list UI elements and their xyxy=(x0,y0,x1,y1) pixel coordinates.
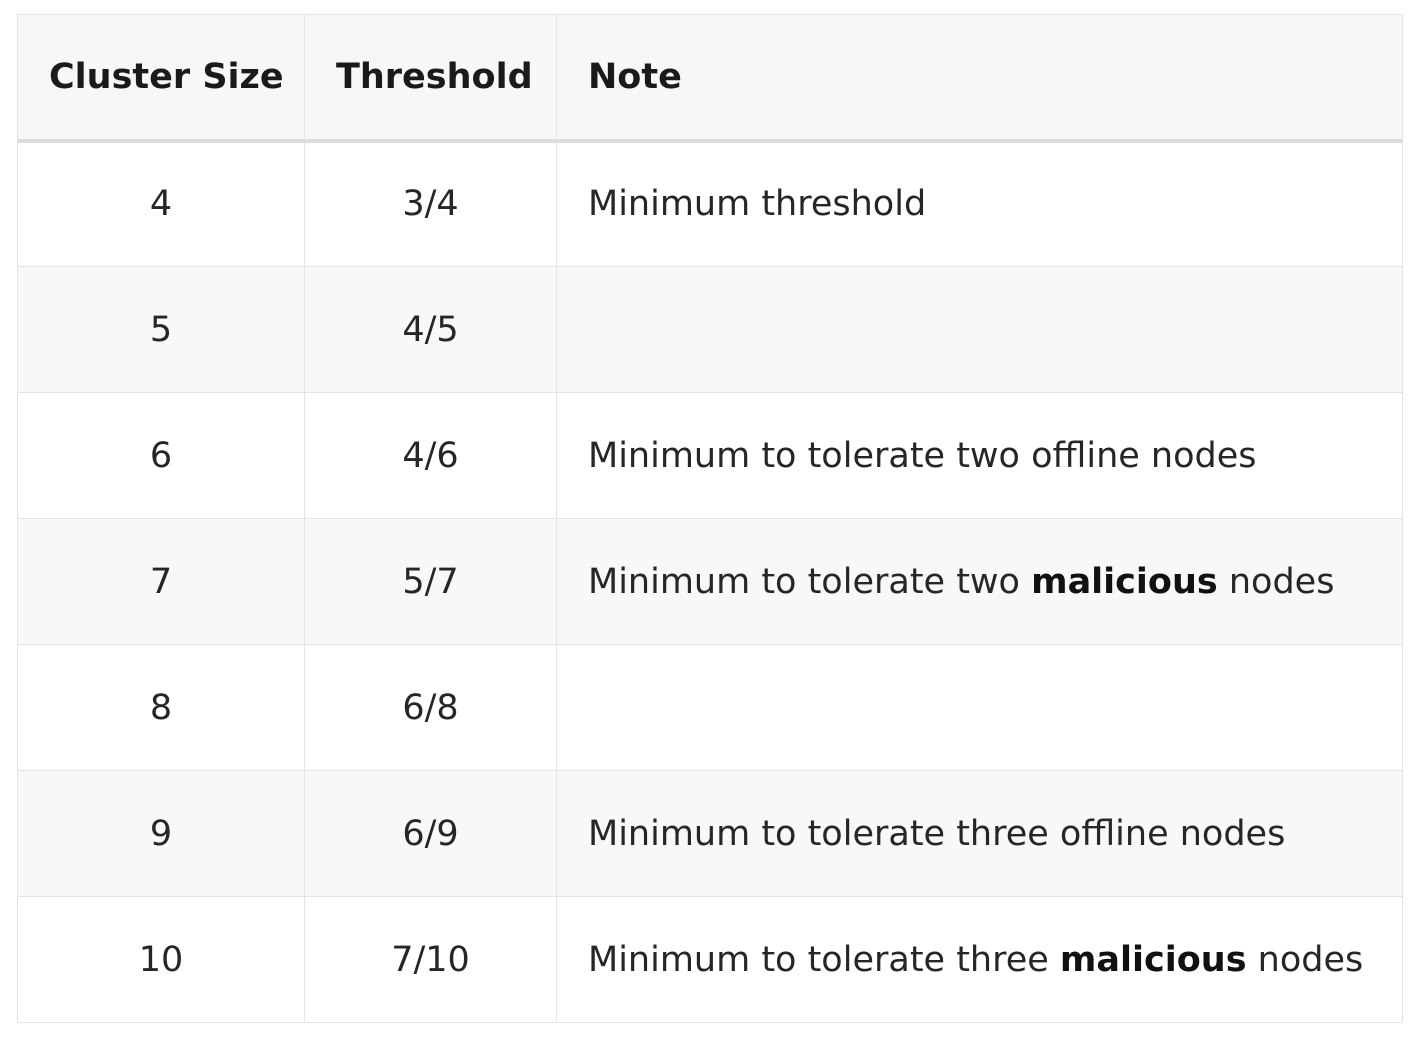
cell-threshold: 5/7 xyxy=(304,518,557,645)
cell-cluster-size: 6 xyxy=(17,392,305,519)
note-text: Minimum to tolerate two offline nodes xyxy=(588,435,1257,476)
cell-threshold: 3/4 xyxy=(304,140,557,267)
note-text-suffix: nodes xyxy=(1246,939,1364,980)
table-row: 6 4/6 Minimum to tolerate two offline no… xyxy=(17,392,1403,519)
table-row: 7 5/7 Minimum to tolerate two malicious … xyxy=(17,518,1403,645)
table-body: 4 3/4 Minimum threshold 5 4/5 6 4/6 Mini… xyxy=(17,140,1403,1023)
table-row: 5 4/5 xyxy=(17,266,1403,393)
threshold-table-container: Cluster Size Threshold Note 4 3/4 Minimu… xyxy=(17,14,1403,1023)
note-bold-text: malicious xyxy=(1031,561,1218,602)
note-text-suffix: nodes xyxy=(1217,561,1335,602)
cell-threshold: 4/5 xyxy=(304,266,557,393)
header-cluster-size: Cluster Size xyxy=(17,14,305,143)
cell-threshold: 4/6 xyxy=(304,392,557,519)
note-text: Minimum to tolerate three xyxy=(588,939,1060,980)
cell-note: Minimum to tolerate three malicious node… xyxy=(556,896,1403,1023)
note-text: Minimum to tolerate two xyxy=(588,561,1032,602)
header-note: Note xyxy=(556,14,1403,143)
header-threshold: Threshold xyxy=(304,14,557,143)
cell-note: Minimum to tolerate two offline nodes xyxy=(556,392,1403,519)
cell-note: Minimum to tolerate three offline nodes xyxy=(556,770,1403,897)
table-row: 8 6/8 xyxy=(17,644,1403,771)
cell-cluster-size: 4 xyxy=(17,140,305,267)
table-row: 9 6/9 Minimum to tolerate three offline … xyxy=(17,770,1403,897)
note-bold-text: malicious xyxy=(1059,939,1247,980)
cell-cluster-size: 7 xyxy=(17,518,305,645)
cell-note xyxy=(556,644,1403,771)
cell-cluster-size: 9 xyxy=(17,770,305,897)
cell-threshold: 6/8 xyxy=(304,644,557,771)
cell-cluster-size: 5 xyxy=(17,266,305,393)
cell-threshold: 6/9 xyxy=(304,770,557,897)
threshold-table: Cluster Size Threshold Note 4 3/4 Minimu… xyxy=(17,14,1403,1023)
cell-note: Minimum threshold xyxy=(556,140,1403,267)
cell-note xyxy=(556,266,1403,393)
table-header: Cluster Size Threshold Note xyxy=(17,14,1403,143)
note-text: Minimum to tolerate three offline nodes xyxy=(588,813,1286,854)
header-row: Cluster Size Threshold Note xyxy=(17,14,1403,143)
cell-note: Minimum to tolerate two malicious nodes xyxy=(556,518,1403,645)
table-row: 10 7/10 Minimum to tolerate three malici… xyxy=(17,896,1403,1023)
note-text: Minimum threshold xyxy=(588,184,927,225)
cell-cluster-size: 10 xyxy=(17,896,305,1023)
table-row: 4 3/4 Minimum threshold xyxy=(17,140,1403,267)
cell-cluster-size: 8 xyxy=(17,644,305,771)
cell-threshold: 7/10 xyxy=(304,896,557,1023)
